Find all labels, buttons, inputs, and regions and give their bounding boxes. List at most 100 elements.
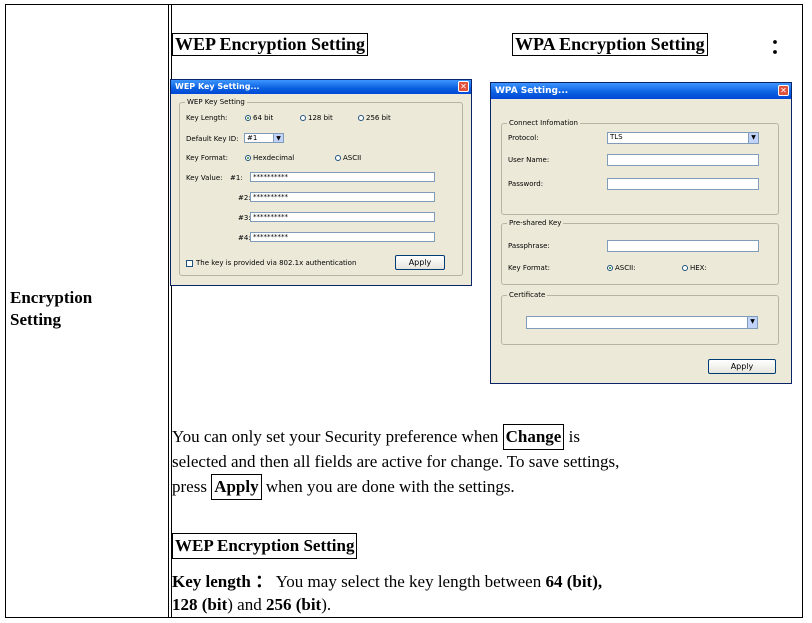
wpa-dialog: WPA Setting... ✕ Connect Infomation Prot…: [490, 82, 792, 384]
auth-checkbox[interactable]: The key is provided via 802.1x authentic…: [186, 259, 356, 267]
protocol-label: Protocol:: [508, 134, 539, 142]
change-label: Change: [502, 424, 565, 450]
instruction-paragraph: You can only set your Security preferenc…: [172, 424, 619, 500]
default-key-select[interactable]: #1 ▼: [244, 133, 284, 143]
chevron-down-icon: ▼: [273, 134, 283, 142]
key-length-label: Key Length:: [186, 114, 228, 122]
radio-128-label: 128 bit: [308, 114, 333, 122]
wep-header2-text: WEP Encryption Setting: [172, 533, 358, 559]
chevron-down-icon: ▼: [748, 133, 758, 143]
keylength-line1: Key length ： You may select the key leng…: [172, 570, 602, 593]
radio-64-label: 64 bit: [253, 114, 274, 122]
para-text-b: is: [564, 427, 580, 446]
wep-titlebar: WEP Key Setting... ✕: [171, 80, 471, 94]
radio-256[interactable]: 256 bit: [358, 114, 391, 122]
keylength-and: ) and: [227, 595, 266, 614]
row-label-line1: Encryption: [10, 288, 93, 307]
protocol-value: TLS: [610, 133, 623, 141]
radio-ascii-label: ASCII:: [615, 264, 636, 272]
keylength-line2: 128 (bit) and 256 (bit).: [172, 593, 602, 616]
para-line2: selected and then all fields are active …: [172, 452, 620, 471]
radio-256-label: 256 bit: [366, 114, 391, 122]
keylength-colon: ：: [255, 572, 273, 591]
cert-group: Certificate ▼: [501, 291, 779, 345]
radio-128[interactable]: 128 bit: [300, 114, 333, 122]
keylength-text: You may select the key length between: [272, 572, 546, 591]
radio-hex-label: HEX:: [690, 264, 707, 272]
key-format-label: Key Format:: [186, 154, 228, 162]
para-line1: You can only set your Security preferenc…: [172, 424, 619, 450]
radio-icon: [245, 155, 251, 161]
wpa-header-text: WPA Encryption Setting: [512, 33, 708, 56]
wep-group-label: WEP Key Setting: [185, 98, 247, 106]
radio-hex[interactable]: Hexdecimal: [245, 154, 294, 162]
password-label: Password:: [508, 180, 544, 188]
radio-icon: [607, 265, 613, 271]
password-input[interactable]: [607, 178, 759, 190]
radio-icon: [682, 265, 688, 271]
value-64: 64 (bit),: [545, 572, 603, 591]
para-text-d: when you are done with the settings.: [261, 477, 515, 496]
psk-group: Pre-shared Key Passphrase: Key Format: A…: [501, 219, 779, 285]
wep-header: WEP Encryption Setting: [172, 33, 369, 56]
cert-group-label: Certificate: [507, 291, 548, 299]
wep-dialog: WEP Key Setting... ✕ WEP Key Setting Key…: [170, 79, 472, 286]
key-value-label: Key Value:: [186, 174, 223, 182]
header-colon: ：: [770, 36, 790, 58]
key-input-4[interactable]: **********: [250, 232, 435, 242]
default-key-label: Default Key ID:: [186, 135, 239, 143]
value-128: 128 (bit: [172, 595, 228, 614]
certificate-select[interactable]: ▼: [526, 316, 758, 329]
wep-header-text: WEP Encryption Setting: [172, 33, 369, 56]
wep-header2: WEP Encryption Setting: [172, 533, 358, 559]
auth-checkbox-label: The key is provided via 802.1x authentic…: [196, 259, 357, 267]
key-input-2[interactable]: **********: [250, 192, 435, 202]
wep-title: WEP Key Setting...: [175, 82, 260, 91]
checkbox-icon: [186, 259, 193, 267]
connect-group-label: Connect Infomation: [507, 119, 580, 127]
radio-ascii[interactable]: ASCII:: [607, 264, 636, 272]
row-label: Encryption Setting: [10, 287, 92, 331]
para-text-a: You can only set your Security preferenc…: [172, 427, 503, 446]
radio-icon: [335, 155, 341, 161]
passphrase-input[interactable]: [607, 240, 759, 252]
radio-ascii-label: ASCII: [343, 154, 362, 162]
para-line3: press Apply when you are done with the s…: [172, 474, 619, 500]
keylength-end: ).: [321, 595, 332, 614]
column-divider: [168, 5, 169, 617]
default-key-value: #1: [247, 134, 258, 142]
key-id-3: #3:: [238, 214, 251, 222]
radio-ascii[interactable]: ASCII: [335, 154, 361, 162]
keylength-paragraph: Key length ： You may select the key leng…: [172, 570, 602, 616]
key-input-3[interactable]: **********: [250, 212, 435, 222]
wep-group: WEP Key Setting Key Length: 64 bit 128 b…: [179, 98, 463, 276]
chevron-down-icon: ▼: [747, 317, 757, 328]
key-format-label: Key Format:: [508, 264, 550, 272]
protocol-select[interactable]: TLS ▼: [607, 132, 759, 144]
connect-group: Connect Infomation Protocol: TLS ▼ User N…: [501, 119, 779, 215]
key-id-4: #4:: [238, 234, 251, 242]
psk-group-label: Pre-shared Key: [507, 219, 564, 227]
radio-hex-label: Hexdecimal: [253, 154, 295, 162]
wep-apply-button[interactable]: Apply: [395, 255, 445, 270]
wpa-titlebar: WPA Setting... ✕: [491, 83, 791, 99]
radio-hex[interactable]: HEX:: [682, 264, 707, 272]
key-id-2: #2:: [238, 194, 251, 202]
close-icon[interactable]: ✕: [778, 85, 789, 96]
close-icon[interactable]: ✕: [458, 81, 469, 92]
wpa-apply-button[interactable]: Apply: [708, 359, 776, 374]
username-input[interactable]: [607, 154, 759, 166]
radio-icon: [300, 115, 306, 121]
radio-64[interactable]: 64 bit: [245, 114, 273, 122]
key-id-1: #1:: [230, 174, 243, 182]
wpa-title: WPA Setting...: [495, 86, 569, 96]
value-256: 256 (bit: [265, 595, 322, 614]
row-label-line2: Setting: [10, 310, 61, 329]
keylength-label: Key length: [172, 572, 251, 591]
apply-label: Apply: [211, 474, 262, 500]
username-label: User Name:: [508, 156, 550, 164]
key-input-1[interactable]: **********: [250, 172, 435, 182]
radio-icon: [245, 115, 251, 121]
para-text-c: press: [172, 477, 212, 496]
passphrase-label: Passphrase:: [508, 242, 550, 250]
